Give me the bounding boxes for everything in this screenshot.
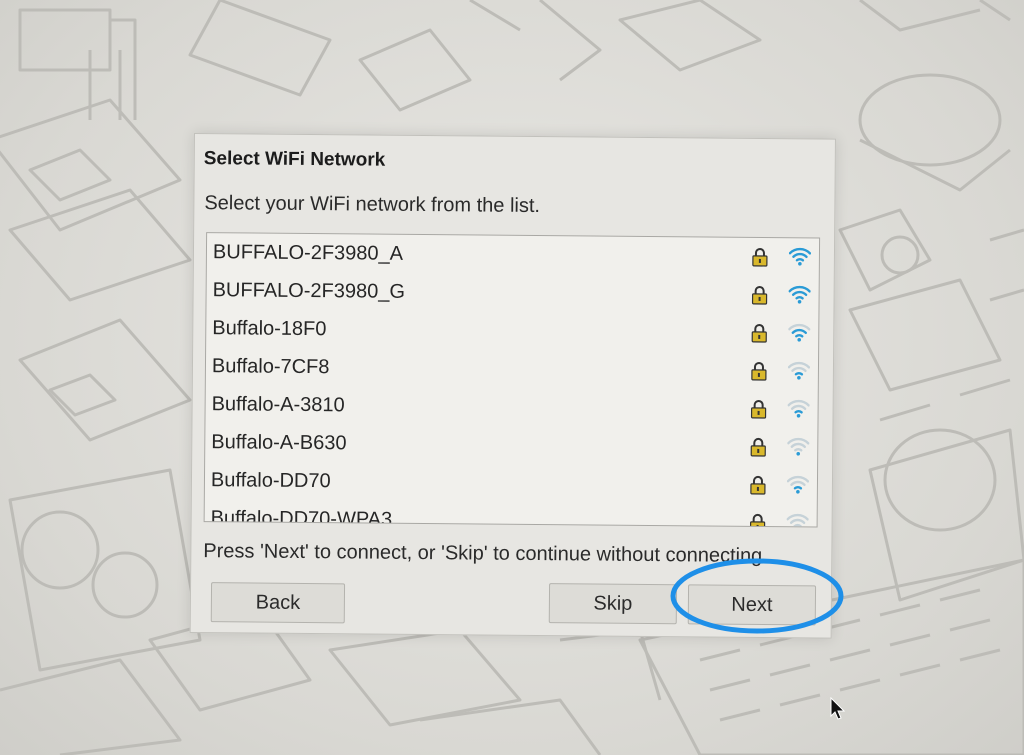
lock-icon: [751, 361, 767, 381]
network-row[interactable]: Buffalo-A-B630: [205, 423, 817, 466]
wifi-signal-icon: [788, 247, 812, 266]
lock-icon: [750, 437, 766, 457]
network-row[interactable]: Buffalo-18F0: [206, 309, 818, 352]
network-ssid: Buffalo-DD70: [210, 468, 331, 492]
lock-icon: [750, 399, 767, 419]
lock-icon: [750, 475, 766, 495]
network-ssid: Buffalo-A-B630: [211, 430, 347, 454]
wifi-signal-icon: [788, 323, 811, 342]
mouse-pointer-icon: [830, 697, 846, 720]
network-ssid: BUFFALO-2F3980_A: [212, 240, 404, 265]
network-ssid: Buffalo-DD70-WPA3: [210, 506, 393, 528]
network-ssid: Buffalo-18F0: [212, 316, 327, 340]
wifi-network-list[interactable]: BUFFALO-2F3980_A BUFFALO-2F3980_G Buffalo-…: [203, 232, 821, 528]
dialog-instruction: Select your WiFi network from the list.: [204, 192, 541, 218]
network-ssid: BUFFALO-2F3980_G: [212, 278, 406, 303]
wifi-signal-icon: [787, 399, 810, 418]
wifi-signal-icon: [787, 437, 810, 456]
wifi-signal-icon: [786, 513, 809, 528]
network-row[interactable]: BUFFALO-2F3980_A: [207, 233, 819, 276]
wifi-signal-icon: [786, 475, 810, 494]
wifi-signal-icon: [787, 361, 811, 380]
network-row[interactable]: BUFFALO-2F3980_G: [206, 271, 818, 314]
network-ssid: Buffalo-7CF8: [211, 354, 330, 378]
lock-icon: [751, 323, 767, 343]
lock-icon: [751, 285, 768, 305]
network-row[interactable]: Buffalo-DD70-WPA3: [204, 499, 816, 528]
dialog-title: Select WiFi Network: [203, 148, 386, 171]
network-ssid: Buffalo-A-3810: [211, 392, 345, 416]
network-row[interactable]: Buffalo-A-3810: [205, 385, 817, 428]
network-row[interactable]: Buffalo-DD70: [205, 461, 817, 504]
skip-button[interactable]: Skip: [548, 583, 678, 625]
back-button[interactable]: Back: [210, 582, 346, 624]
lock-icon: [752, 247, 768, 267]
network-row[interactable]: Buffalo-7CF8: [206, 347, 818, 390]
wifi-signal-icon: [788, 285, 811, 304]
highlight-annotation-circle: [670, 558, 844, 634]
desktop-background: Select WiFi Network Select your WiFi net…: [0, 0, 1024, 755]
lock-icon: [749, 513, 766, 528]
